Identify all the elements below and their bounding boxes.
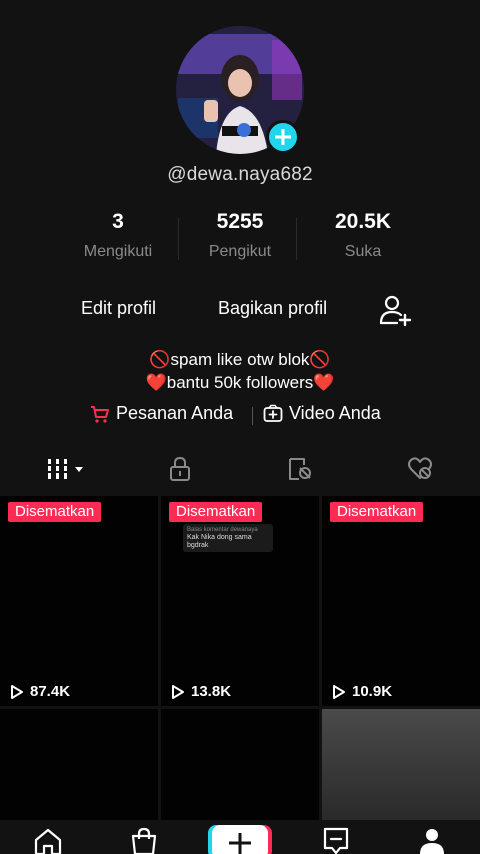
play-icon — [11, 684, 23, 699]
comment-reply-sticker: Balas komentar dewanaya Kak Nika dong sa… — [183, 524, 273, 552]
video-thumbnail[interactable] — [0, 709, 158, 820]
play-icon — [172, 684, 184, 699]
stat-followers[interactable]: 5255 Pengikut — [175, 210, 305, 261]
bio-line-2: ❤️bantu 50k followers❤️ — [145, 373, 335, 392]
view-count: 13.8K — [171, 683, 231, 700]
tab-liked[interactable] — [400, 454, 440, 484]
bottom-nav — [0, 820, 480, 854]
tab-tagged[interactable] — [280, 454, 320, 484]
orders-link[interactable]: Pesanan Anda — [90, 403, 233, 424]
stat-following[interactable]: 3 Mengikuti — [53, 210, 183, 261]
likes-label: Suka — [344, 243, 382, 260]
pinned-badge: Disematkan — [8, 502, 102, 522]
add-icon — [275, 129, 291, 145]
stat-divider — [296, 218, 297, 260]
profile-avatar-container[interactable] — [176, 26, 304, 154]
bio-line-1: 🚫spam like otw blok🚫 — [149, 350, 331, 369]
sticker-title: Balas komentar dewanaya — [187, 527, 258, 533]
following-label: Mengikuti — [83, 243, 153, 260]
view-count: 10.9K — [332, 683, 392, 700]
share-profile-button[interactable]: Bagikan profil — [218, 298, 327, 319]
add-friend-icon — [379, 295, 412, 327]
followers-count: 5255 — [216, 210, 264, 233]
videos-label: Video Anda — [289, 403, 381, 423]
pinned-badge: Disematkan — [330, 502, 424, 522]
nav-profile[interactable] — [414, 826, 450, 854]
grid-icon — [48, 459, 83, 479]
profile-actions: Edit profil Bagikan profil — [0, 290, 480, 330]
likes-count: 20.5K — [334, 210, 392, 233]
profile-links: Pesanan Anda Video Anda — [0, 403, 480, 429]
stat-likes[interactable]: 20.5K Suka — [298, 210, 428, 261]
followers-label: Pengikut — [208, 243, 272, 260]
liked-icon — [408, 457, 432, 479]
home-icon — [34, 828, 62, 854]
links-divider — [252, 407, 253, 425]
bio: 🚫spam like otw blok🚫 ❤️bantu 50k followe… — [0, 348, 480, 394]
inbox-icon — [323, 827, 349, 854]
sticker-text: Kak Nika dong sama bgdrak — [187, 534, 252, 549]
view-count-value: 87.4K — [30, 683, 71, 700]
tab-private[interactable] — [160, 454, 200, 484]
plus-icon — [229, 833, 251, 854]
profile-icon — [420, 829, 444, 854]
play-icon — [333, 684, 345, 699]
tab-videos[interactable] — [44, 454, 88, 484]
nav-shop[interactable] — [126, 826, 162, 854]
nav-home[interactable] — [30, 826, 66, 854]
pinned-badge: Disematkan — [169, 502, 263, 522]
following-count: 3 — [112, 210, 124, 233]
video-thumbnail[interactable] — [161, 709, 319, 820]
videos-link[interactable]: Video Anda — [263, 403, 381, 424]
lock-icon — [170, 456, 190, 481]
view-count: 87.4K — [10, 683, 70, 700]
tagged-icon — [289, 458, 311, 480]
username: @dewa.naya682 — [167, 164, 313, 185]
content-tabs — [0, 448, 480, 490]
video-thumbnail[interactable]: Disematkan 10.9K — [322, 496, 480, 706]
video-thumbnail[interactable]: Disematkan 87.4K — [0, 496, 158, 706]
video-thumbnail[interactable] — [322, 709, 480, 820]
video-add-icon — [263, 404, 283, 422]
nav-inbox[interactable] — [318, 826, 354, 854]
view-count-value: 10.9K — [352, 683, 393, 700]
cart-icon — [91, 405, 109, 423]
create-button[interactable] — [212, 825, 268, 854]
orders-label: Pesanan Anda — [116, 403, 234, 423]
stats-row: 3 Mengikuti 5255 Pengikut 20.5K Suka — [0, 210, 480, 270]
edit-profile-button[interactable]: Edit profil — [81, 298, 156, 319]
add-avatar-button[interactable] — [266, 120, 300, 154]
view-count-value: 13.8K — [191, 683, 232, 700]
shop-icon — [131, 827, 157, 854]
video-grid: Disematkan 87.4K Disematkan Balas koment… — [0, 496, 480, 820]
video-thumbnail[interactable]: Disematkan Balas komentar dewanaya Kak N… — [161, 496, 319, 706]
add-friend-button[interactable] — [378, 292, 414, 328]
